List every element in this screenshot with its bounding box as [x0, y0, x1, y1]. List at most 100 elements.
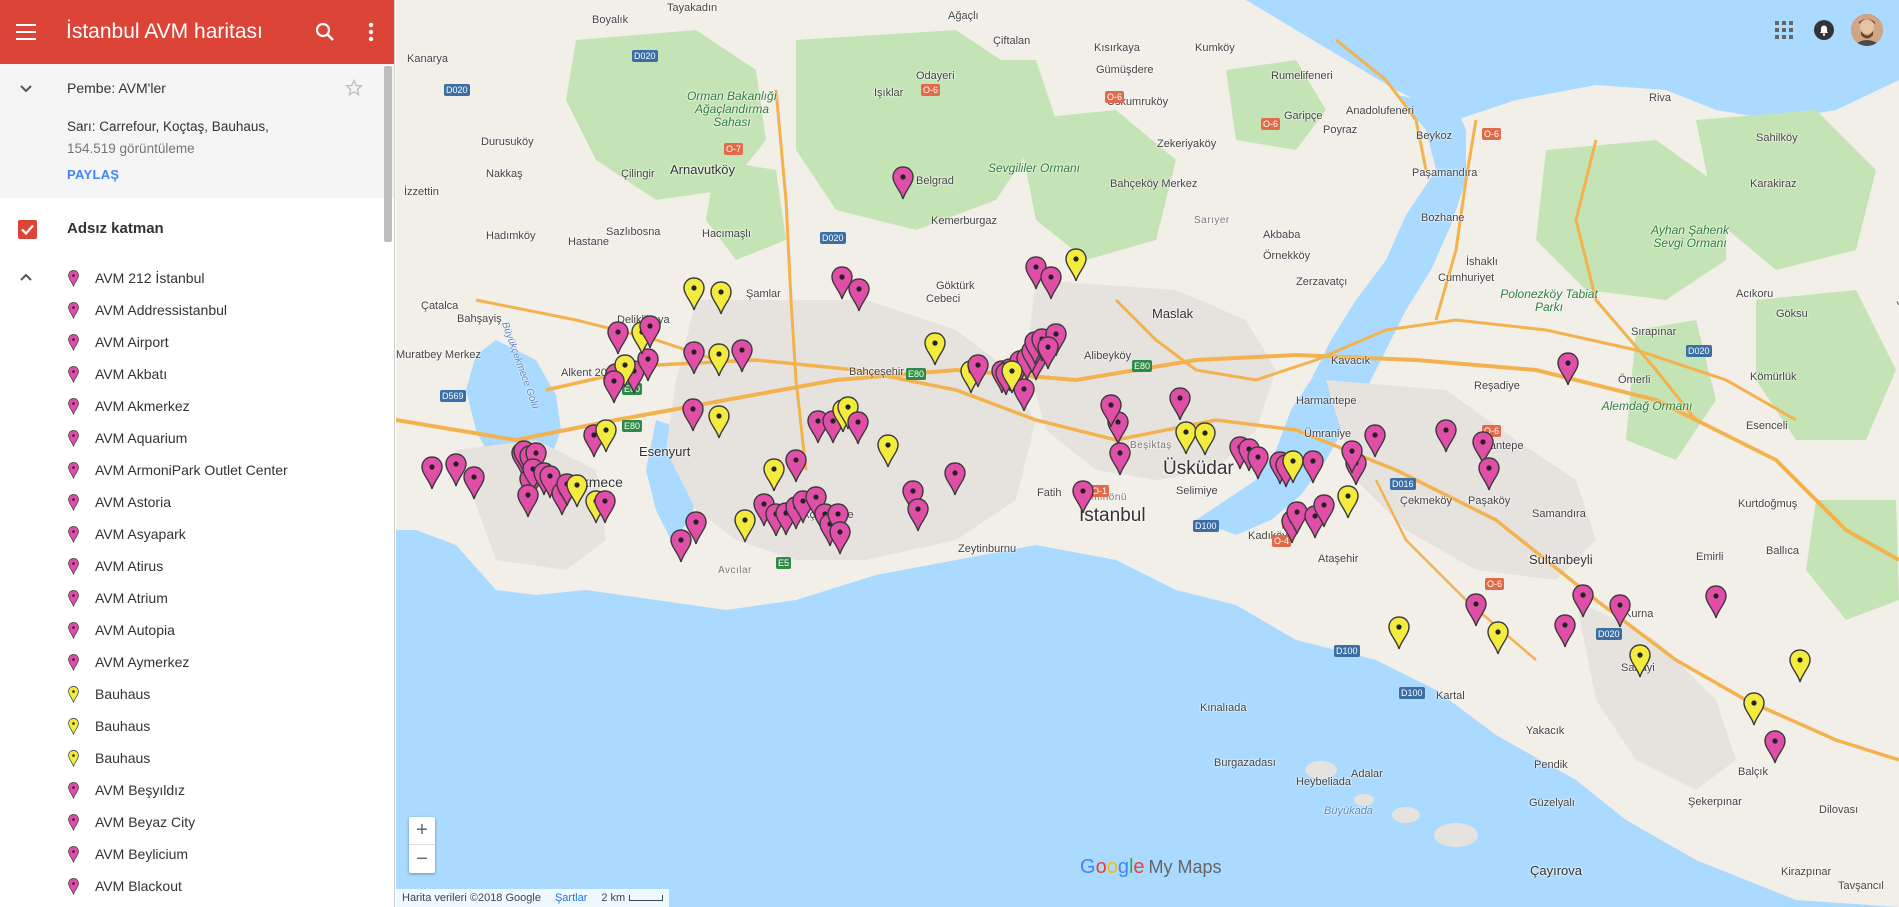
- pink-mall-marker[interactable]: [421, 456, 443, 490]
- pink-mall-marker[interactable]: [1465, 593, 1487, 627]
- menu-icon[interactable]: [0, 0, 54, 64]
- pink-mall-marker[interactable]: [829, 521, 851, 555]
- feature-list-item[interactable]: AVM Beylicium: [0, 838, 394, 870]
- share-button[interactable]: PAYLAŞ: [67, 167, 119, 182]
- feature-list-item[interactable]: AVM Astoria: [0, 486, 394, 518]
- pink-mall-marker[interactable]: [907, 498, 929, 532]
- pink-mall-marker[interactable]: [1478, 457, 1500, 491]
- sidebar-scrollbar[interactable]: [384, 66, 392, 242]
- yellow-store-marker[interactable]: [1789, 649, 1811, 683]
- pink-mall-marker[interactable]: [1554, 614, 1576, 648]
- pink-mall-marker[interactable]: [603, 370, 625, 404]
- map-description-title: Pembe: AVM'ler: [67, 80, 166, 96]
- feature-name: AVM Asyapark: [95, 526, 186, 542]
- more-vert-icon[interactable]: [348, 0, 394, 64]
- yellow-store-marker[interactable]: [1629, 644, 1651, 678]
- yellow-store-marker[interactable]: [1487, 621, 1509, 655]
- feature-list-item[interactable]: AVM Beşyıldız: [0, 774, 394, 806]
- pink-marker-icon: [68, 525, 87, 543]
- pink-mall-marker[interactable]: [639, 315, 661, 349]
- yellow-store-marker[interactable]: [1065, 248, 1087, 282]
- pink-mall-marker[interactable]: [967, 354, 989, 388]
- feature-list-item[interactable]: AVM Aquarium: [0, 422, 394, 454]
- yellow-store-marker[interactable]: [1388, 616, 1410, 650]
- chevron-down-icon[interactable]: [16, 78, 36, 103]
- chevron-up-icon[interactable]: [16, 262, 36, 299]
- feature-list-item[interactable]: AVM Blackout: [0, 870, 394, 902]
- pink-mall-marker[interactable]: [785, 449, 807, 483]
- feature-list-item[interactable]: AVM Beyaz City: [0, 806, 394, 838]
- feature-list-item[interactable]: AVM Asyapark: [0, 518, 394, 550]
- pink-mall-marker[interactable]: [682, 398, 704, 432]
- pink-mall-marker[interactable]: [1764, 730, 1786, 764]
- feature-list-item[interactable]: AVM Addressistanbul: [0, 294, 394, 326]
- pink-mall-marker[interactable]: [1705, 585, 1727, 619]
- pink-mall-marker[interactable]: [1100, 394, 1122, 428]
- notifications-icon[interactable]: [1811, 17, 1837, 43]
- yellow-store-marker[interactable]: [1282, 450, 1304, 484]
- pink-mall-marker[interactable]: [445, 453, 467, 487]
- pink-mall-marker[interactable]: [847, 411, 869, 445]
- yellow-store-marker[interactable]: [763, 458, 785, 492]
- pink-mall-marker[interactable]: [1302, 450, 1324, 484]
- search-icon[interactable]: [302, 0, 348, 64]
- feature-list-item[interactable]: Bauhaus: [0, 678, 394, 710]
- pink-mall-marker[interactable]: [731, 339, 753, 373]
- zoom-in-button[interactable]: +: [409, 817, 435, 845]
- pink-mall-marker[interactable]: [1037, 336, 1059, 370]
- yellow-store-marker[interactable]: [683, 277, 705, 311]
- pink-mall-marker[interactable]: [683, 341, 705, 375]
- pink-mall-marker[interactable]: [670, 529, 692, 563]
- pink-mall-marker[interactable]: [848, 278, 870, 312]
- yellow-store-marker[interactable]: [1337, 485, 1359, 519]
- feature-list-item[interactable]: AVM 212 İstanbul: [0, 262, 394, 294]
- feature-list-item[interactable]: AVM Atirus: [0, 550, 394, 582]
- layer-name[interactable]: Adsız katman: [67, 220, 164, 237]
- pink-mall-marker[interactable]: [1313, 494, 1335, 528]
- feature-name: AVM Beşyıldız: [95, 782, 185, 798]
- yellow-store-marker[interactable]: [708, 343, 730, 377]
- yellow-store-marker[interactable]: [595, 419, 617, 453]
- yellow-store-marker[interactable]: [708, 405, 730, 439]
- pink-mall-marker[interactable]: [1435, 419, 1457, 453]
- pink-mall-marker[interactable]: [1364, 424, 1386, 458]
- pink-mall-marker[interactable]: [594, 490, 616, 524]
- terms-link[interactable]: Şartlar: [555, 892, 587, 904]
- yellow-store-marker[interactable]: [1194, 422, 1216, 456]
- pink-mall-marker[interactable]: [1072, 480, 1094, 514]
- feature-list-item[interactable]: AVM Akbatı: [0, 358, 394, 390]
- pink-mall-marker[interactable]: [1341, 440, 1363, 474]
- yellow-store-marker[interactable]: [877, 434, 899, 468]
- feature-list-item[interactable]: Bauhaus: [0, 742, 394, 774]
- pink-mall-marker[interactable]: [1609, 594, 1631, 628]
- map-basemap: [396, 0, 1899, 907]
- feature-list-item[interactable]: AVM Atrium: [0, 582, 394, 614]
- feature-list-item[interactable]: AVM Airport: [0, 326, 394, 358]
- layer-visibility-checkbox[interactable]: [18, 220, 37, 239]
- pink-mall-marker[interactable]: [1169, 387, 1191, 421]
- zoom-out-button[interactable]: −: [409, 845, 435, 873]
- map-canvas[interactable]: İstanbulÜsküdarBüyükçekmeceEsenyurtArnav…: [396, 0, 1899, 907]
- yellow-store-marker[interactable]: [1001, 360, 1023, 394]
- apps-grid-icon[interactable]: [1771, 17, 1797, 43]
- yellow-store-marker[interactable]: [1743, 692, 1765, 726]
- feature-list-item[interactable]: AVM Aymerkez: [0, 646, 394, 678]
- pink-mall-marker[interactable]: [892, 166, 914, 200]
- pink-mall-marker[interactable]: [1109, 442, 1131, 476]
- avatar[interactable]: [1851, 14, 1883, 46]
- yellow-store-marker[interactable]: [710, 281, 732, 315]
- pink-mall-marker[interactable]: [1572, 584, 1594, 618]
- pink-mall-marker[interactable]: [607, 321, 629, 355]
- feature-list-item[interactable]: AVM Akmerkez: [0, 390, 394, 422]
- feature-list-item[interactable]: Bauhaus: [0, 710, 394, 742]
- scale-label: 2 km: [601, 892, 626, 904]
- yellow-store-marker[interactable]: [924, 332, 946, 366]
- app-bar: İstanbul AVM haritası: [0, 0, 394, 64]
- feature-list-item[interactable]: AVM ArmoniPark Outlet Center: [0, 454, 394, 486]
- feature-list-item[interactable]: AVM Autopia: [0, 614, 394, 646]
- pink-mall-marker[interactable]: [1247, 446, 1269, 480]
- pink-mall-marker[interactable]: [1040, 266, 1062, 300]
- pink-mall-marker[interactable]: [1557, 352, 1579, 386]
- star-icon[interactable]: [344, 78, 364, 103]
- pink-mall-marker[interactable]: [944, 462, 966, 496]
